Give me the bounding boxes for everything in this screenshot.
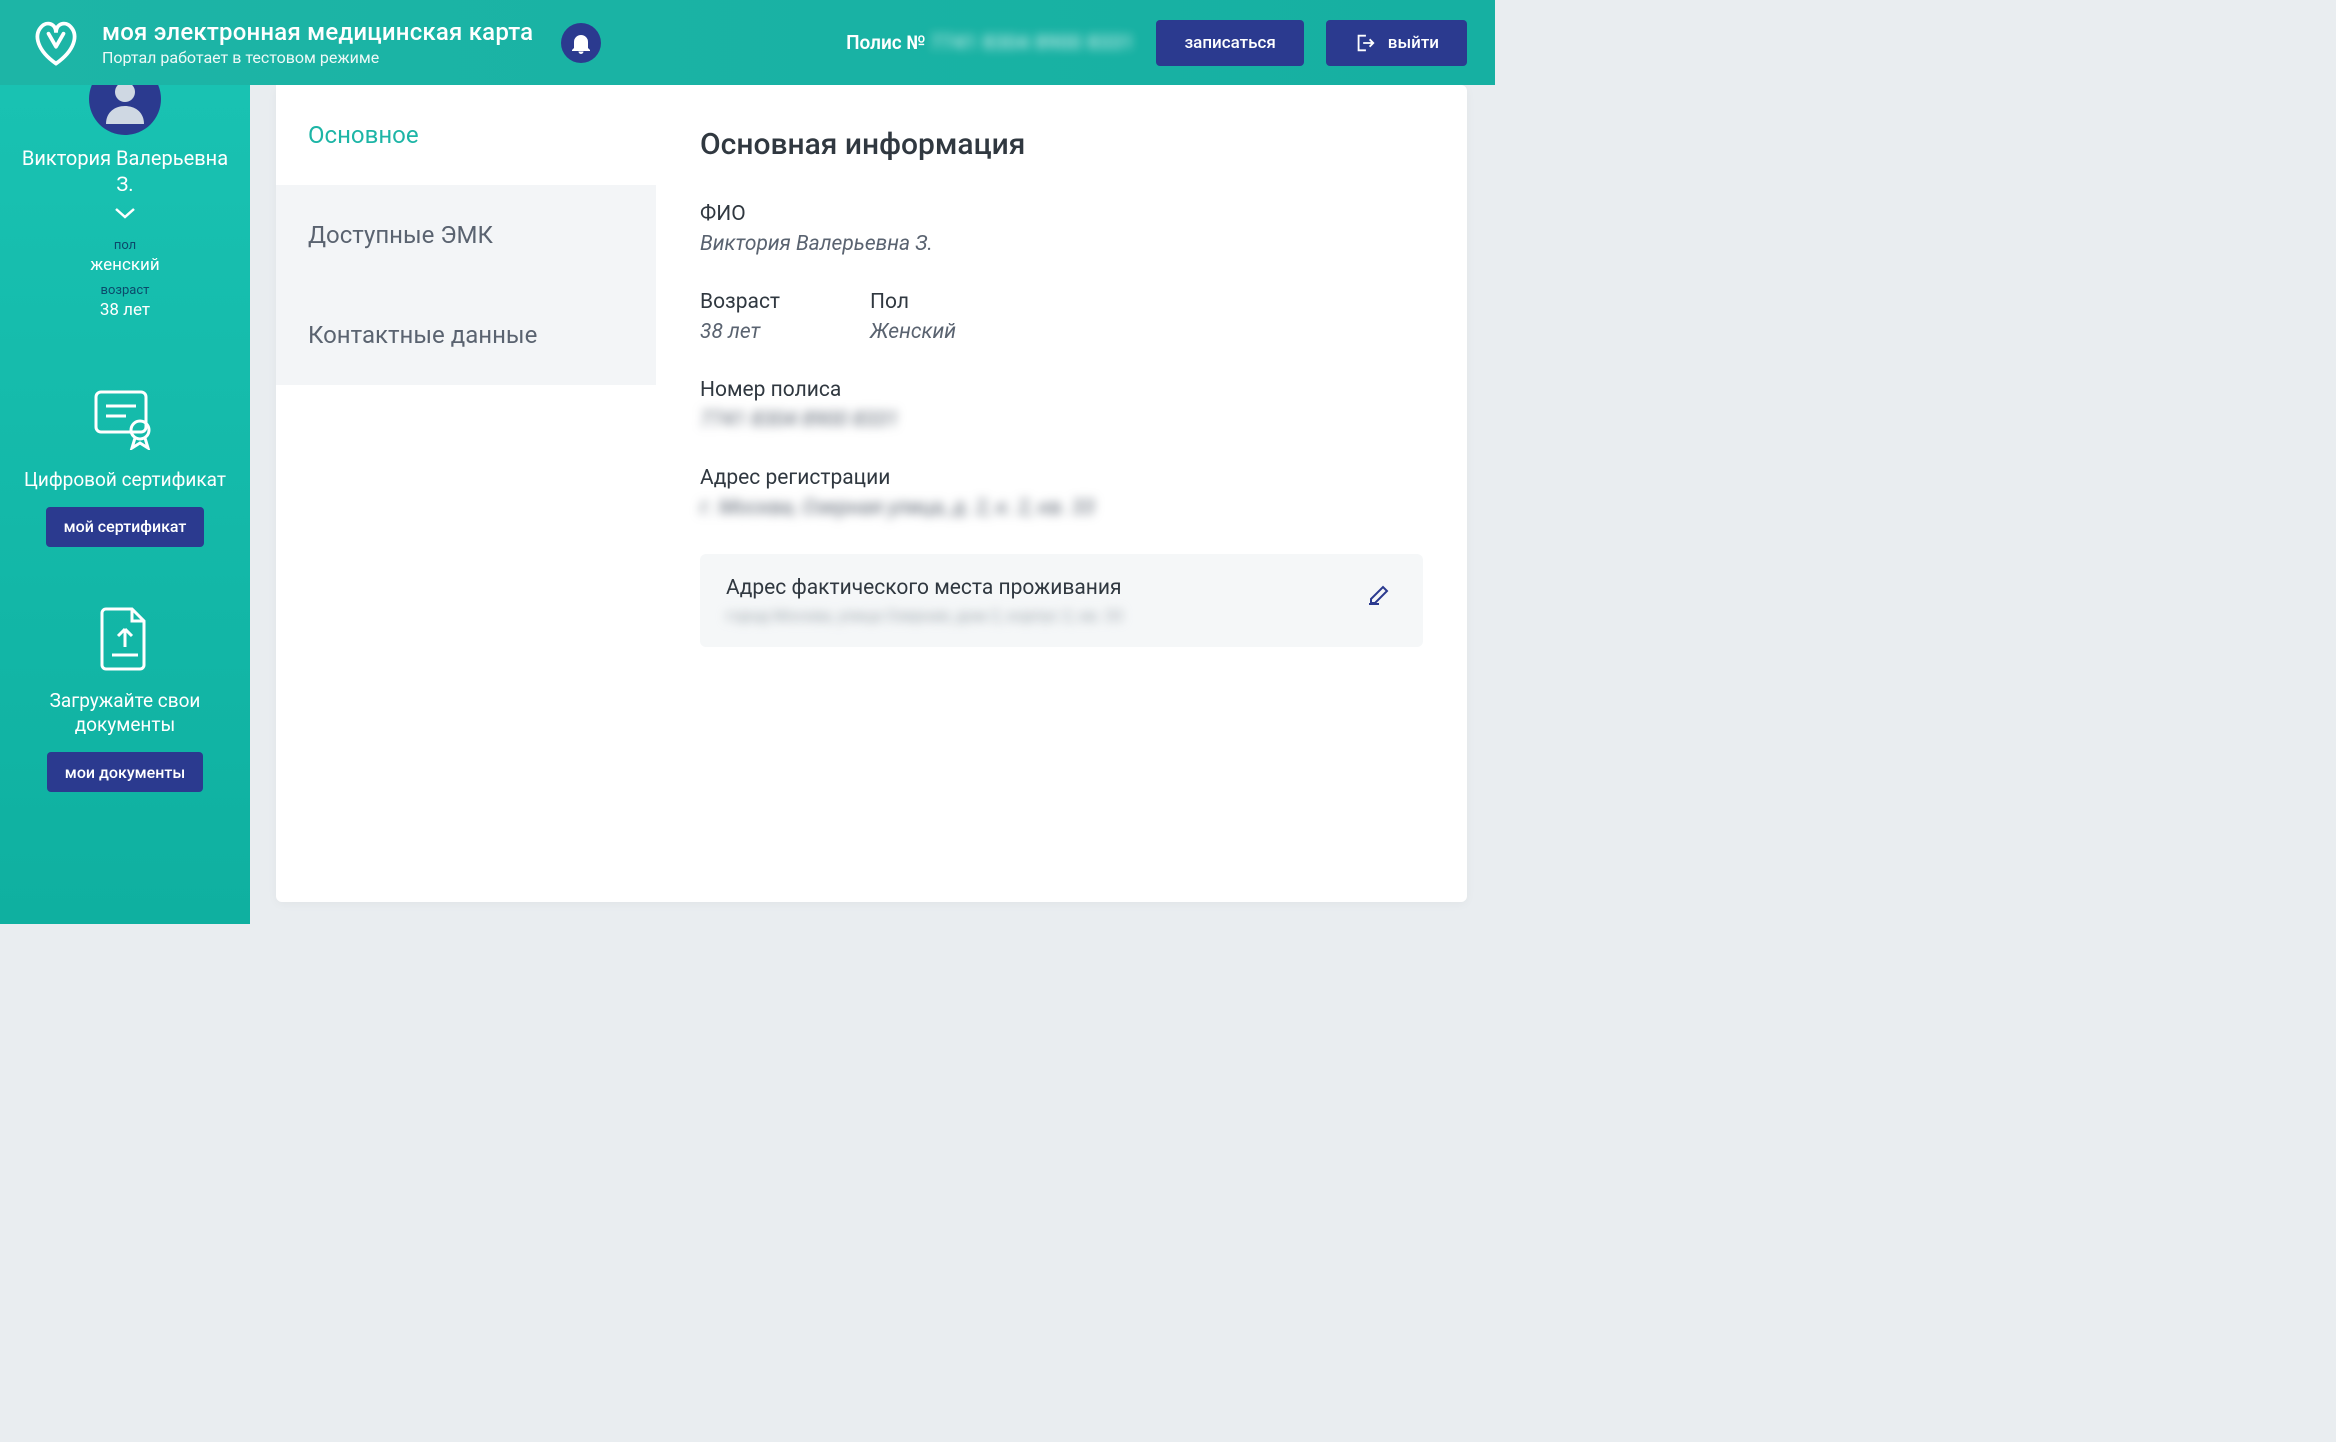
document-upload-icon [98, 605, 152, 671]
user-name: Виктория Валерьевна З. [18, 145, 232, 197]
chevron-down-icon [113, 206, 137, 220]
content-heading: Основная информация [700, 127, 1423, 162]
profile-tabs: Основное Доступные ЭМК Контактные данные [276, 85, 656, 902]
logout-button[interactable]: выйти [1326, 20, 1467, 66]
digital-certificate-block: Цифровой сертификат мой сертификат [24, 386, 226, 547]
profile-meta: пол женский возраст 38 лет [90, 238, 159, 328]
main-content: Основное Доступные ЭМК Контактные данные… [250, 85, 1495, 924]
avatar [89, 85, 161, 135]
expand-profile-button[interactable] [113, 205, 137, 224]
profile-panel: Основное Доступные ЭМК Контактные данные… [276, 85, 1467, 902]
header: моя электронная медицинская карта Портал… [0, 0, 1495, 85]
logo-icon [28, 15, 84, 71]
person-icon [100, 85, 150, 124]
field-fio: ФИО Виктория Валерьевна З. [700, 202, 1423, 256]
gender-label: пол [90, 238, 159, 253]
logout-icon [1354, 32, 1376, 54]
sidebar: Виктория Валерьевна З. пол женский возра… [0, 85, 250, 924]
tab-emk[interactable]: Доступные ЭМК [276, 185, 656, 285]
pencil-icon [1367, 580, 1393, 606]
my-certificate-button[interactable]: мой сертификат [46, 507, 205, 547]
upload-docs-block: Загружайте свои документы мои документы [18, 605, 232, 792]
certificate-title: Цифровой сертификат [24, 468, 226, 493]
gender-value: женский [90, 255, 159, 275]
policy-number: 7741 8304 8900 8331 [930, 31, 1134, 54]
certificate-icon [90, 386, 160, 450]
field-actual-address: Адрес фактического места проживания горо… [700, 554, 1423, 647]
field-gender: Пол Женский [870, 290, 956, 344]
tab-contact[interactable]: Контактные данные [276, 285, 656, 385]
field-age: Возраст 38 лет [700, 290, 780, 344]
docs-title: Загружайте свои документы [18, 689, 232, 738]
field-registration-address: Адрес регистрации г. Москва, Озерная ули… [700, 466, 1423, 520]
age-value: 38 лет [90, 300, 159, 320]
app-subtitle: Портал работает в тестовом режиме [102, 48, 533, 67]
my-documents-button[interactable]: мои документы [47, 752, 203, 792]
notifications-button[interactable] [561, 23, 601, 63]
age-label: возраст [90, 283, 159, 298]
edit-address-button[interactable] [1363, 576, 1397, 614]
tab-main[interactable]: Основное [276, 85, 656, 185]
policy-label: Полис № 7741 8304 8900 8331 [846, 31, 1134, 54]
bell-icon [571, 32, 591, 54]
app-title: моя электронная медицинская карта [102, 18, 533, 46]
logo[interactable]: моя электронная медицинская карта Портал… [28, 15, 533, 71]
field-policy: Номер полиса 7741 8304 8900 8331 [700, 378, 1423, 432]
book-button[interactable]: записаться [1156, 20, 1303, 66]
